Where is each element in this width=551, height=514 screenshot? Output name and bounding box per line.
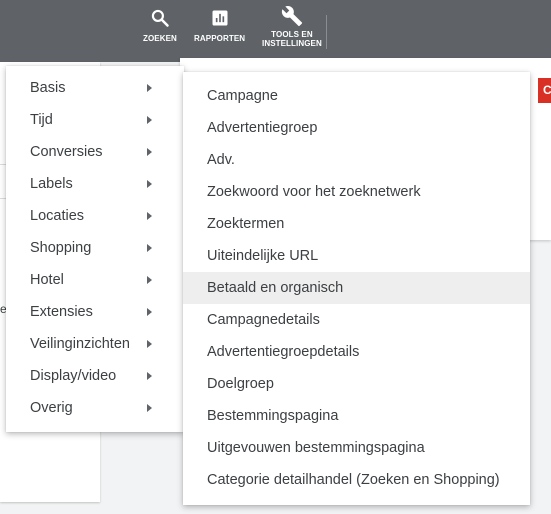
submenu-item[interactable]: Categorie detailhandel (Zoeken en Shoppi… [183, 464, 530, 496]
segment-menu-item[interactable]: Conversies [6, 136, 184, 168]
submenu-item-label: Zoektermen [207, 216, 285, 232]
segment-menu-item[interactable]: Extensies [6, 296, 184, 328]
bar-chart-icon [212, 10, 228, 26]
search-button[interactable]: ZOEKEN [143, 8, 177, 43]
submenu-item[interactable]: Uiteindelijke URL [183, 240, 530, 272]
chevron-right-icon [147, 148, 152, 156]
toolbar-divider [326, 15, 327, 49]
submenu-item[interactable]: Zoektermen [183, 208, 530, 240]
submenu-item-label: Advertentiegroep [207, 120, 318, 136]
top-toolbar: ZOEKEN RAPPORTEN TOOLS EN INSTELLINGEN [0, 0, 551, 62]
chevron-right-icon [147, 308, 152, 316]
tools-settings-button[interactable]: TOOLS EN INSTELLINGEN [262, 5, 322, 48]
submenu-item-label: Categorie detailhandel (Zoeken en Shoppi… [207, 472, 500, 488]
segment-menu-item[interactable]: Labels [6, 168, 184, 200]
segment-menu-item[interactable]: Tijd [6, 104, 184, 136]
segment-menu-item-label: Overig [30, 400, 73, 416]
submenu-item-label: Doelgroep [207, 376, 274, 392]
segment-menu-item[interactable]: Shopping [6, 232, 184, 264]
chevron-right-icon [147, 116, 152, 124]
segment-menu-item-label: Hotel [30, 272, 64, 288]
submenu-item[interactable]: Zoekwoord voor het zoeknetwerk [183, 176, 530, 208]
chevron-right-icon [147, 340, 152, 348]
submenu-item-label: Uiteindelijke URL [207, 248, 319, 264]
submenu-item-label: Zoekwoord voor het zoeknetwerk [207, 184, 421, 200]
segment-menu: Basis Tijd Conversies Labels Locaties Shoppin… [6, 66, 184, 432]
segment-submenu: Campagne Advertentiegroep Adv. Zoekwoord vo… [183, 72, 530, 505]
chevron-right-icon [147, 372, 152, 380]
chevron-right-icon [147, 84, 152, 92]
segment-menu-item-label: Conversies [30, 144, 103, 160]
segment-menu-item-label: Veilinginzichten [30, 336, 130, 352]
submenu-item-label: Campagnedetails [207, 312, 320, 328]
submenu-item[interactable]: Betaald en organisch [183, 272, 530, 304]
submenu-item[interactable]: Advertentiegroep [183, 112, 530, 144]
submenu-item-label: Uitgevouwen bestemmingspagina [207, 440, 425, 456]
segment-menu-item-label: Extensies [30, 304, 93, 320]
submenu-item-label: Bestemmingspagina [207, 408, 339, 424]
submenu-item-label: Campagne [207, 88, 278, 104]
reports-label: RAPPORTEN [194, 34, 246, 43]
segment-menu-item[interactable]: Veilinginzichten [6, 328, 184, 360]
search-icon [151, 9, 169, 27]
chevron-right-icon [147, 276, 152, 284]
submenu-item[interactable]: Campagnedetails [183, 304, 530, 336]
chevron-right-icon [147, 404, 152, 412]
reports-button[interactable]: RAPPORTEN [194, 8, 245, 43]
chevron-right-icon [147, 180, 152, 188]
segment-menu-item-label: Tijd [30, 112, 53, 128]
segment-menu-item-label: Display/video [30, 368, 117, 384]
segment-menu-item-label: Shopping [30, 240, 92, 256]
submenu-item[interactable]: Adv. [183, 144, 530, 176]
segment-menu-item-label: Basis [30, 80, 66, 96]
submenu-item[interactable]: Campagne [183, 80, 530, 112]
segment-menu-item-label: Locaties [30, 208, 85, 224]
segment-menu-item[interactable]: Basis [6, 72, 184, 104]
wrench-icon [281, 6, 303, 27]
submenu-item[interactable]: Uitgevouwen bestemmingspagina [183, 432, 530, 464]
submenu-item[interactable]: Advertentiegroepdetails [183, 336, 530, 368]
segment-menu-item[interactable]: Overig [6, 392, 184, 424]
segment-menu-item[interactable]: Hotel [6, 264, 184, 296]
chevron-right-icon [147, 244, 152, 252]
background-red-button[interactable]: C [538, 78, 551, 103]
chevron-right-icon [147, 212, 152, 220]
segment-menu-item-label: Labels [30, 176, 73, 192]
submenu-item-label: Adv. [207, 152, 235, 168]
segment-menu-item[interactable]: Display/video [6, 360, 184, 392]
submenu-item-label: Betaald en organisch [207, 280, 344, 296]
search-label: ZOEKEN [143, 34, 177, 43]
submenu-item[interactable]: Doelgroep [183, 368, 530, 400]
tools-settings-label: TOOLS EN INSTELLINGEN [262, 30, 322, 48]
segment-menu-item[interactable]: Locaties [6, 200, 184, 232]
submenu-item-label: Advertentiegroepdetails [207, 344, 360, 360]
submenu-item[interactable]: Bestemmingspagina [183, 400, 530, 432]
